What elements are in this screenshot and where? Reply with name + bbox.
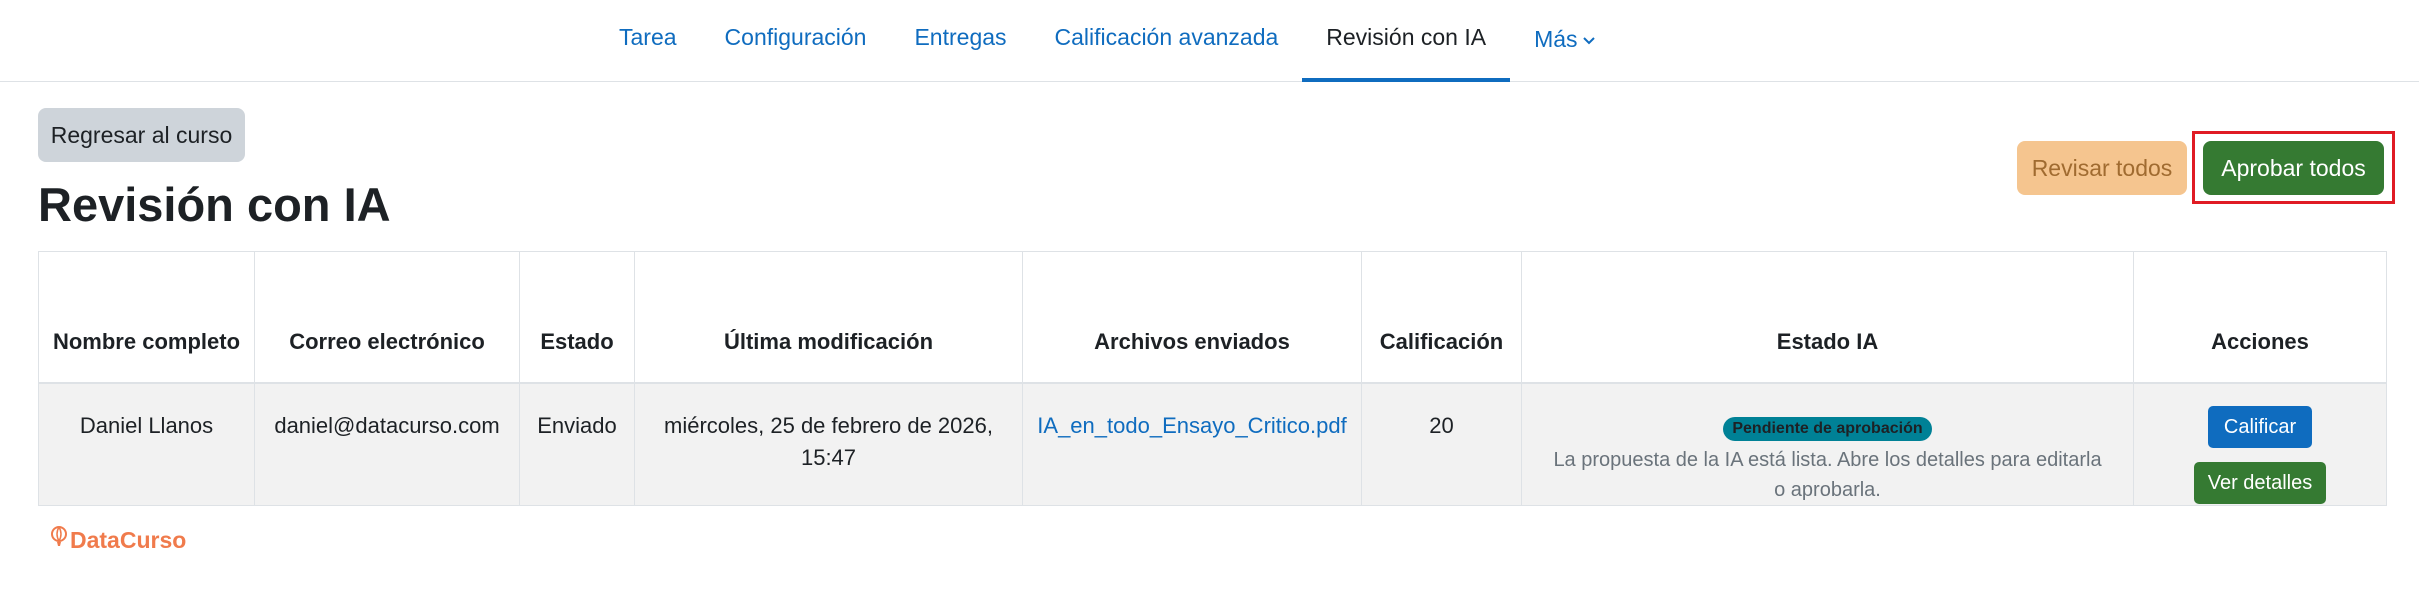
cell-ia-status: Pendiente de aprobación La propuesta de … xyxy=(1521,382,2134,506)
datacurso-logo: DataCurso xyxy=(50,526,186,554)
tab-configuracion[interactable]: Configuración xyxy=(701,0,891,82)
page-title: Revisión con IA xyxy=(38,178,391,231)
review-all-button[interactable]: Revisar todos xyxy=(2017,141,2187,195)
cell-email: daniel@datacurso.com xyxy=(254,382,520,506)
column-header-files: Archivos enviados xyxy=(1022,251,1362,384)
nav-tabs: Tarea Configuración Entregas Calificació… xyxy=(595,0,1619,82)
tab-mas[interactable]: Más xyxy=(1510,0,1618,82)
cell-actions: Calificar Ver detalles xyxy=(2133,382,2387,506)
balloon-icon xyxy=(50,526,70,554)
grade-button[interactable]: Calificar xyxy=(2207,406,2313,448)
view-details-button[interactable]: Ver detalles xyxy=(2193,462,2327,504)
column-header-actions: Acciones xyxy=(2133,251,2387,384)
cell-modified: miércoles, 25 de febrero de 2026, 15:47 xyxy=(634,382,1023,506)
tab-calificacion-avanzada[interactable]: Calificación avanzada xyxy=(1031,0,1303,82)
logo-text: DataCurso xyxy=(70,526,187,553)
column-header-grade[interactable]: Calificación xyxy=(1361,251,1522,384)
column-header-email[interactable]: Correo electrónico xyxy=(254,251,520,384)
tab-mas-label: Más xyxy=(1534,26,1578,52)
table-row: Daniel Llanos daniel@datacurso.com Envia… xyxy=(38,382,2387,506)
ia-status-badge: Pendiente de aprobación xyxy=(1723,417,1932,441)
column-header-ia-status: Estado IA xyxy=(1521,251,2134,384)
tab-entregas[interactable]: Entregas xyxy=(890,0,1030,82)
submissions-table: Nombre completo Correo electrónico Estad… xyxy=(38,251,2387,506)
cell-status: Enviado xyxy=(519,382,635,506)
approve-all-button[interactable]: Aprobar todos xyxy=(2203,141,2384,195)
ia-status-note: La propuesta de la IA está lista. Abre l… xyxy=(1553,449,2102,501)
back-to-course-button[interactable]: Regresar al curso xyxy=(38,108,245,162)
tab-revision-con-ia[interactable]: Revisión con IA xyxy=(1302,0,1511,82)
chevron-down-icon xyxy=(1582,0,1595,74)
tab-tarea[interactable]: Tarea xyxy=(595,0,701,82)
submitted-file-link[interactable]: IA_en_todo_Ensayo_Critico.pdf xyxy=(1037,413,1346,438)
cell-files: IA_en_todo_Ensayo_Critico.pdf xyxy=(1022,382,1362,506)
table-header-row: Nombre completo Correo electrónico Estad… xyxy=(38,251,2387,384)
column-header-status[interactable]: Estado xyxy=(519,251,635,384)
column-header-modified[interactable]: Última modificación xyxy=(634,251,1023,384)
cell-name: Daniel Llanos xyxy=(38,382,255,506)
column-header-name[interactable]: Nombre completo xyxy=(38,251,255,384)
cell-grade: 20 xyxy=(1361,382,1522,506)
secondary-navigation: Tarea Configuración Entregas Calificació… xyxy=(0,0,2419,82)
